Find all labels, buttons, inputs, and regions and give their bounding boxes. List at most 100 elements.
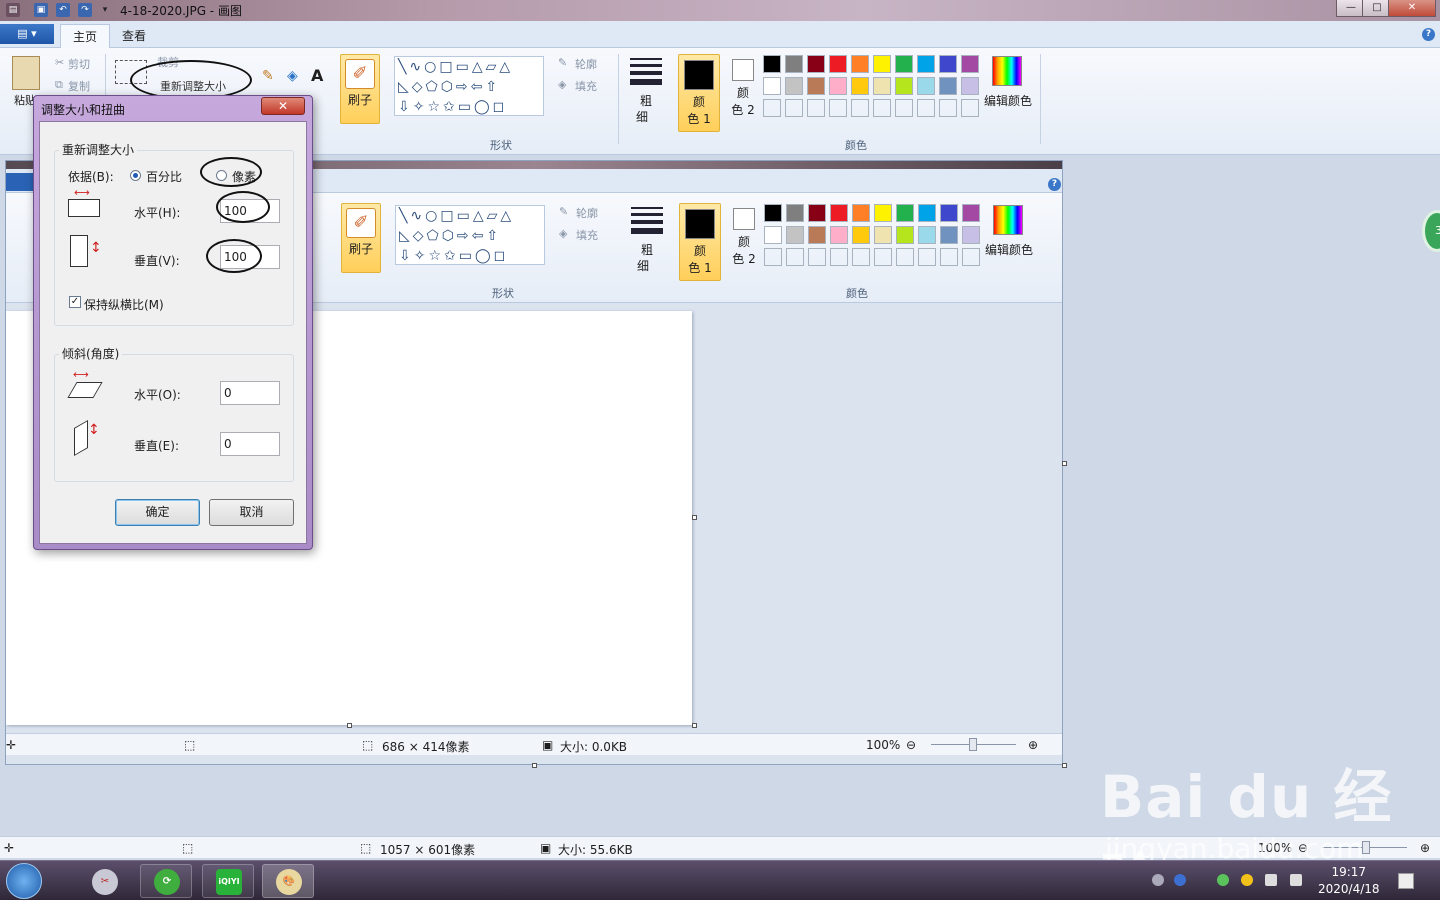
copy-label[interactable]: 复制 xyxy=(68,78,90,94)
color-swatch[interactable] xyxy=(918,248,936,266)
dropdown-icon[interactable]: ▾ xyxy=(98,3,112,17)
fill-label[interactable]: 填充 xyxy=(576,227,598,243)
copy-icon[interactable]: ⧉ xyxy=(55,78,63,92)
color-swatch[interactable] xyxy=(830,226,848,244)
system-clock[interactable]: 19:17 2020/4/18 xyxy=(1318,864,1380,898)
outline-icon[interactable]: ✎ xyxy=(558,56,567,69)
color-swatch[interactable] xyxy=(961,55,979,73)
edit-colors-label[interactable]: 编辑颜色 xyxy=(984,92,1032,109)
keep-ratio-label[interactable]: 保持纵横比(M) xyxy=(84,296,164,313)
color-swatch[interactable] xyxy=(829,77,847,95)
color-swatch[interactable] xyxy=(852,248,870,266)
taskbar-app[interactable]: iQIYI xyxy=(202,864,254,898)
help-icon[interactable]: ? xyxy=(1422,28,1435,41)
color-swatch[interactable] xyxy=(874,204,892,222)
zoom-in-icon[interactable]: ⊕ xyxy=(1028,738,1038,752)
edit-colors-label[interactable]: 编辑颜色 xyxy=(985,241,1033,258)
color-swatch[interactable] xyxy=(961,99,979,117)
color-swatch[interactable] xyxy=(962,226,980,244)
outline-label[interactable]: 轮廓 xyxy=(576,205,598,221)
text-tool-icon[interactable]: A xyxy=(311,66,323,85)
ok-button[interactable]: 确定 xyxy=(115,499,200,526)
volume-icon[interactable] xyxy=(1265,874,1277,886)
cancel-button[interactable]: 取消 xyxy=(209,499,294,526)
color-swatch[interactable] xyxy=(785,77,803,95)
color-swatch[interactable] xyxy=(873,55,891,73)
color-swatch[interactable] xyxy=(807,77,825,95)
color-swatch[interactable] xyxy=(763,99,781,117)
network-icon[interactable] xyxy=(1290,874,1302,886)
resize-handle[interactable] xyxy=(692,515,697,520)
tab-view[interactable]: 查看 xyxy=(110,24,158,48)
color-swatch[interactable] xyxy=(896,226,914,244)
color-palette[interactable] xyxy=(763,55,979,117)
tab-home[interactable]: 主页 xyxy=(60,24,111,48)
color-swatch[interactable] xyxy=(807,55,825,73)
pencil-icon[interactable]: ✎ xyxy=(262,68,274,84)
color-swatch[interactable] xyxy=(852,226,870,244)
color-swatch[interactable] xyxy=(785,55,803,73)
color-swatch[interactable] xyxy=(918,226,936,244)
color-swatch[interactable] xyxy=(917,99,935,117)
taskbar-app[interactable]: ⟳ xyxy=(140,864,192,898)
color-swatch[interactable] xyxy=(873,99,891,117)
color-swatch[interactable] xyxy=(786,204,804,222)
paste-icon[interactable] xyxy=(12,56,40,90)
color-swatch[interactable] xyxy=(939,55,957,73)
color-swatch[interactable] xyxy=(785,99,803,117)
cut-icon[interactable]: ✂ xyxy=(55,56,64,69)
color-swatch[interactable] xyxy=(852,204,870,222)
dialog-close-button[interactable]: ✕ xyxy=(261,97,305,115)
color-swatch[interactable] xyxy=(940,204,958,222)
app-tray-icon[interactable] xyxy=(1217,874,1229,886)
zoom-slider-thumb[interactable] xyxy=(969,738,977,751)
inner-size-button[interactable] xyxy=(631,207,663,234)
color-swatch[interactable] xyxy=(895,77,913,95)
close-button[interactable]: ✕ xyxy=(1388,0,1436,17)
skew-horizontal-input[interactable]: 0 xyxy=(220,381,280,405)
color-swatch[interactable] xyxy=(917,55,935,73)
color-swatch[interactable] xyxy=(851,99,869,117)
color-swatch[interactable] xyxy=(830,248,848,266)
color-swatch[interactable] xyxy=(917,77,935,95)
cut-label[interactable]: 剪切 xyxy=(68,56,90,72)
inner-color-palette[interactable] xyxy=(764,204,980,266)
size-button[interactable] xyxy=(630,58,662,85)
taskbar-app[interactable]: ✂ xyxy=(78,864,130,898)
inner-file-button[interactable] xyxy=(6,173,36,191)
color-swatch[interactable] xyxy=(895,55,913,73)
color-swatch[interactable] xyxy=(940,248,958,266)
edit-colors-icon[interactable] xyxy=(993,205,1023,235)
color2-button[interactable]: 颜 色 2 xyxy=(722,54,764,132)
color-swatch[interactable] xyxy=(918,204,936,222)
inner-color2-button[interactable]: 颜 色 2 xyxy=(723,203,765,281)
file-menu-button[interactable]: ▤ ▾ xyxy=(0,24,54,44)
fill-icon[interactable]: ◈ xyxy=(559,227,567,240)
color-swatch[interactable] xyxy=(786,248,804,266)
color-swatch[interactable] xyxy=(896,204,914,222)
color-swatch[interactable] xyxy=(962,248,980,266)
color-swatch[interactable] xyxy=(764,226,782,244)
color-swatch[interactable] xyxy=(808,204,826,222)
color-swatch[interactable] xyxy=(939,77,957,95)
zoom-out-icon[interactable]: ⊖ xyxy=(906,738,916,752)
inner-color1-button[interactable]: 颜 色 1 xyxy=(679,203,721,281)
color-swatch[interactable] xyxy=(808,248,826,266)
color-swatch[interactable] xyxy=(829,99,847,117)
inner-shapes-gallery[interactable]: ╲∿○□▭△▱△ ◺◇⬠⬡⇨⇦⇧ ⇩✧☆✩▭◯◻ xyxy=(395,205,545,265)
brush-button[interactable]: ✐ 刷子 xyxy=(340,54,380,124)
color-swatch[interactable] xyxy=(830,204,848,222)
resize-handle[interactable] xyxy=(347,723,352,728)
color-swatch[interactable] xyxy=(807,99,825,117)
color-swatch[interactable] xyxy=(851,55,869,73)
resize-handle[interactable] xyxy=(692,723,697,728)
action-center-icon[interactable] xyxy=(1398,873,1414,889)
edit-colors-icon[interactable] xyxy=(992,56,1022,86)
keyboard-icon[interactable] xyxy=(1152,874,1164,886)
color-swatch[interactable] xyxy=(764,204,782,222)
color-swatch[interactable] xyxy=(940,226,958,244)
shapes-gallery[interactable]: ╲∿○□▭△▱△ ◺◇⬠⬡⇨⇦⇧ ⇩✧☆✩▭◯◻ xyxy=(394,56,544,116)
resize-handle[interactable] xyxy=(1062,461,1067,466)
percent-label[interactable]: 百分比 xyxy=(146,168,182,185)
color-swatch[interactable] xyxy=(962,204,980,222)
